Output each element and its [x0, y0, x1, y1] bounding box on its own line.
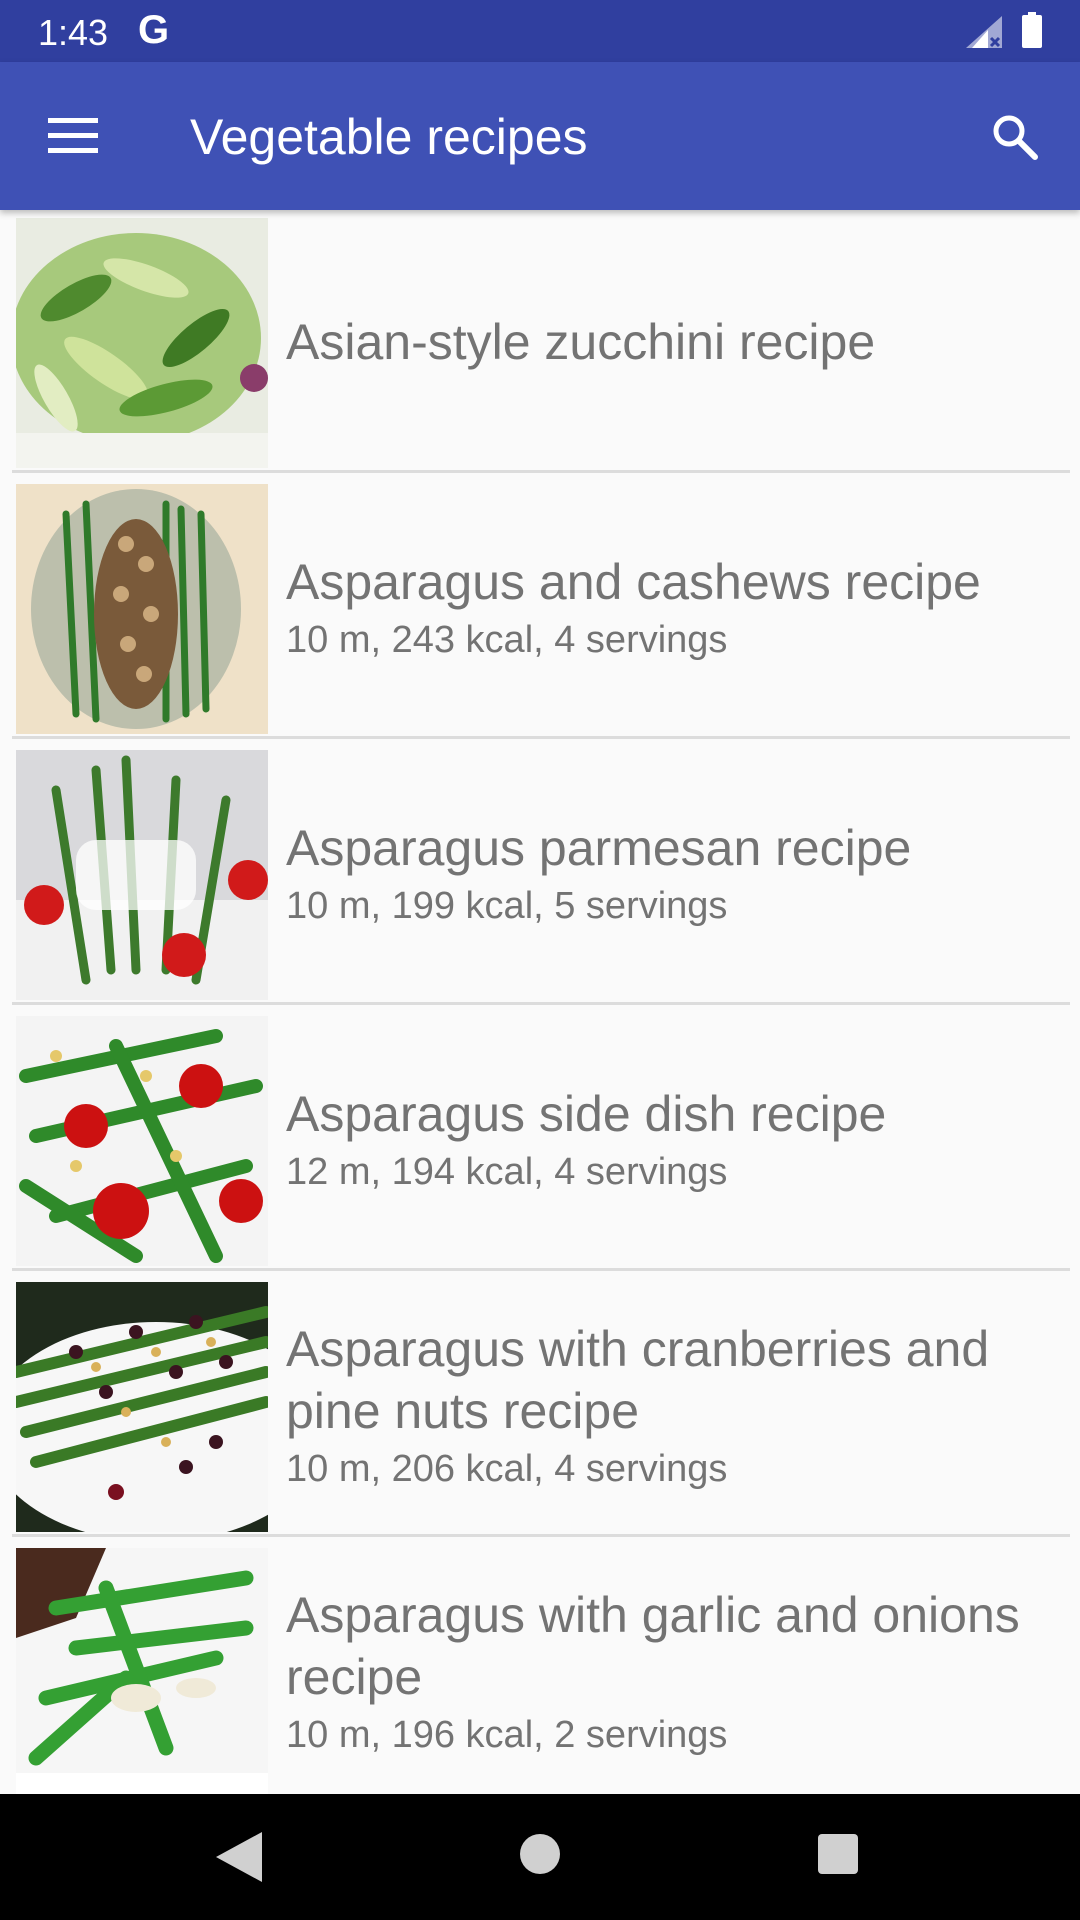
- recipe-item-asparagus-side-dish[interactable]: Asparagus side dish recipe 12 m, 194 kca…: [12, 1008, 1070, 1271]
- recipe-text: Asparagus with cranberries and pine nuts…: [286, 1274, 1070, 1537]
- app-bar: Vegetable recipes: [0, 62, 1080, 210]
- recipe-title: Asparagus parmesan recipe: [286, 819, 912, 876]
- recipe-meta: 10 m, 199 kcal, 5 servings: [286, 884, 728, 927]
- navigation-bar: [0, 1794, 1080, 1920]
- recents-icon[interactable]: [818, 1834, 858, 1874]
- recipe-text: Asparagus and cashews recipe 10 m, 243 k…: [286, 476, 1070, 739]
- search-icon[interactable]: [990, 112, 1040, 162]
- recipe-item-asian-zucchini[interactable]: Asian-style zucchini recipe: [12, 210, 1070, 473]
- recipe-title: Asparagus with cranberries and pine nuts…: [286, 1320, 990, 1439]
- google-icon: G: [138, 8, 170, 52]
- recipe-text: Asparagus side dish recipe 12 m, 194 kca…: [286, 1008, 1070, 1271]
- recipe-item-asparagus-cranberries[interactable]: Asparagus with cranberries and pine nuts…: [12, 1274, 1070, 1537]
- recipe-list[interactable]: Asian-style zucchini recipe Asparagus an…: [0, 210, 1080, 1794]
- page-title: Vegetable recipes: [190, 109, 588, 165]
- recipe-text: Asparagus with garlic and onions recipe …: [286, 1540, 1070, 1794]
- back-icon[interactable]: [216, 1832, 262, 1882]
- recipe-meta: 12 m, 194 kcal, 4 servings: [286, 1150, 728, 1193]
- recipe-title: Asian-style zucchini recipe: [286, 313, 876, 370]
- menu-icon[interactable]: [48, 118, 98, 154]
- recipe-meta: 10 m, 243 kcal, 4 servings: [286, 618, 728, 661]
- recipe-text: Asian-style zucchini recipe: [286, 210, 1070, 473]
- recipe-thumbnail: [16, 750, 268, 1000]
- status-time: 1:43: [38, 12, 109, 53]
- recipe-title: Asparagus and cashews recipe: [286, 553, 981, 610]
- recipe-text: Asparagus parmesan recipe 10 m, 199 kcal…: [286, 742, 1070, 1005]
- recipe-thumbnail: [16, 1282, 268, 1532]
- home-icon[interactable]: [520, 1834, 560, 1874]
- recipe-thumbnail: [16, 1548, 268, 1794]
- recipe-meta: 10 m, 206 kcal, 4 servings: [286, 1447, 728, 1490]
- recipe-meta: 10 m, 196 kcal, 2 servings: [286, 1713, 728, 1756]
- recipe-thumbnail: [16, 218, 268, 468]
- recipe-item-asparagus-parmesan[interactable]: Asparagus parmesan recipe 10 m, 199 kcal…: [12, 742, 1070, 1005]
- recipe-thumbnail: [16, 484, 268, 734]
- recipe-item-asparagus-cashews[interactable]: Asparagus and cashews recipe 10 m, 243 k…: [12, 476, 1070, 739]
- recipe-item-asparagus-garlic-onions[interactable]: Asparagus with garlic and onions recipe …: [12, 1540, 1070, 1794]
- signal-icon: [966, 16, 1002, 48]
- recipe-thumbnail: [16, 1016, 268, 1266]
- recipe-title: Asparagus with garlic and onions recipe: [286, 1586, 1020, 1705]
- battery-icon: [1022, 12, 1042, 48]
- recipe-title: Asparagus side dish recipe: [286, 1085, 887, 1142]
- status-bar: 1:43 G: [0, 0, 1080, 62]
